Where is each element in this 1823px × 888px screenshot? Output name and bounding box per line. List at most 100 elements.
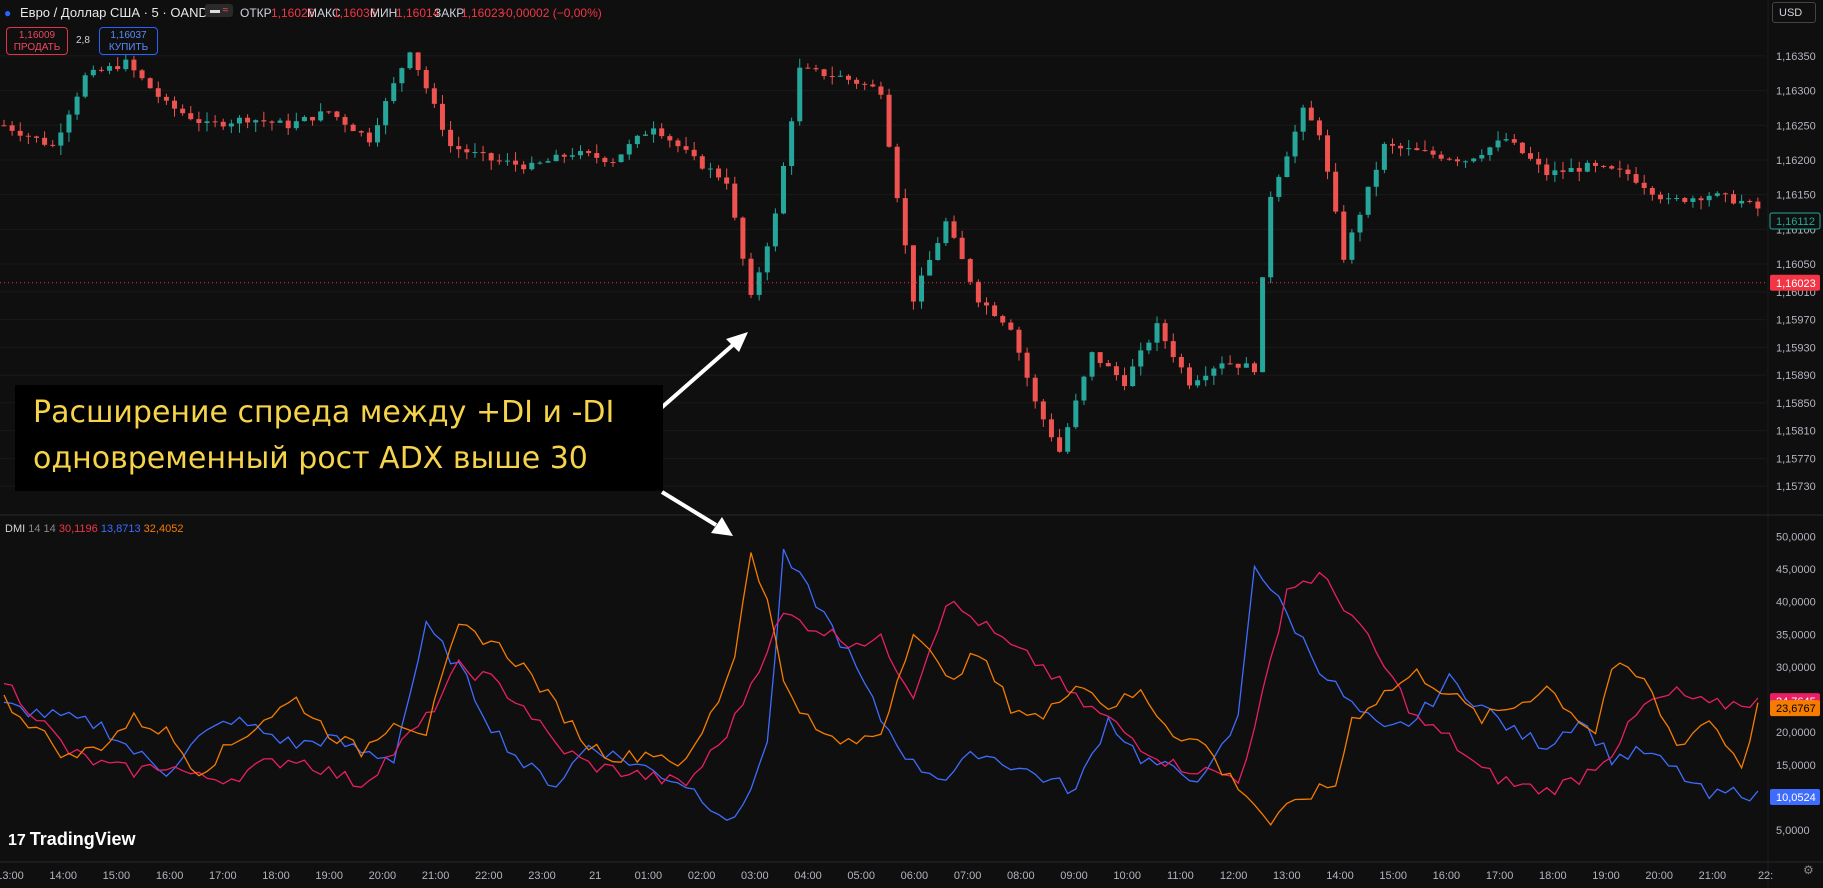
candle-body [1398,145,1404,149]
time-axis-label: 14:00 [49,870,77,882]
candle-body [1592,162,1598,166]
candle-body [439,103,445,130]
candle-body [586,151,592,154]
candle-body [1040,401,1046,420]
candle-body [423,70,429,89]
time-axis-label: 02:00 [688,870,716,882]
candle-body [1251,363,1257,373]
dmi-label: DMI [5,523,26,535]
price-axis-label: 1,15810 [1776,426,1816,438]
candle-body [1162,323,1168,342]
candle-body [569,155,575,157]
annotation-line-1: Расширение спреда между +DI и -DI [33,395,615,430]
candle-body [1698,198,1704,201]
dmi-legend[interactable]: DMI 14 14 30,1196 13,8713 32,4052 [5,523,183,535]
dmi-axis-label: 45,0000 [1776,564,1816,576]
candle-body [943,221,949,244]
candle-body [1357,214,1363,233]
dmi-axis-label: 40,0000 [1776,597,1816,609]
candle-body [147,78,153,89]
candle-body [634,135,640,145]
time-axis-label: 15:00 [1379,870,1407,882]
candle-body [1073,400,1079,428]
candle-body [967,259,973,282]
time-axis-label: 01:00 [635,870,663,882]
candle-body [975,281,981,303]
candle-body [1308,107,1314,121]
candle-body [1666,198,1672,200]
candle-body [334,111,340,118]
candle-body [545,161,551,163]
price-axis-label: 1,15850 [1776,398,1816,410]
settings-icon[interactable]: ⚙ [1803,863,1814,877]
candle-body [1528,153,1534,159]
candle-body [886,94,892,147]
price-axis-label: 1,16250 [1776,120,1816,132]
annotation-box: Расширение спреда между +DI и -DI одновр… [15,385,663,491]
candle-body [212,121,218,123]
price-axis-label: 1,16150 [1776,190,1816,202]
candle-body [902,198,908,246]
candle-body [1649,188,1655,195]
price-axis-label: 1,15770 [1776,453,1816,465]
candle-body [277,120,283,123]
candle-body [180,108,186,114]
candle-body [415,52,421,71]
tradingview-logo[interactable]: 17 TradingView [8,829,136,850]
candle-body [927,260,933,276]
candle-body [318,111,324,121]
candle-body [1325,135,1331,172]
candle-body [1414,148,1420,151]
candle-body [618,154,624,163]
candle-body [521,164,527,170]
candle-body [1544,164,1550,176]
candle-body [1284,156,1290,178]
candle-body [1389,143,1395,146]
candle-body [691,149,697,157]
candle-body [626,144,632,155]
candle-body [1333,171,1339,212]
candle-body [1227,363,1233,365]
candle-body [17,130,23,136]
plus-di-line [3,548,1759,821]
candle-body [1122,375,1128,387]
candle-body [740,217,746,259]
candle-body [1373,169,1379,187]
candle-body [813,68,819,70]
candle-body [667,136,673,141]
candle-body [1186,367,1192,386]
candle-body [553,154,559,162]
candle-body [1722,193,1728,195]
candle-body [1641,182,1647,189]
candle-body [204,121,210,124]
candle-body [1690,198,1696,202]
time-axis-label: 04:00 [794,870,822,882]
candle-body [935,243,941,261]
candle-body [25,135,31,137]
candle-body [301,116,307,122]
candle-body [1316,120,1322,136]
candle-body [1536,158,1542,165]
time-axis-label: 16:00 [156,870,184,882]
price-axis-label: 1,15970 [1776,315,1816,327]
candle-body [756,272,762,295]
dmi-axis-label: 20,0000 [1776,727,1816,739]
candle-body [772,213,778,247]
candle-body [1178,357,1184,368]
candle-body [781,165,787,214]
candle-body [1674,198,1680,200]
candle-body [919,275,925,302]
candle-body [1633,174,1639,183]
candle-body [1438,154,1444,159]
candle-body [1154,323,1160,343]
candle-body [821,69,827,77]
candle-body [1089,352,1095,377]
time-axis-label: 15:00 [103,870,131,882]
candle-body [293,121,299,129]
time-axis-label: 19:00 [315,870,343,882]
candle-body [1381,143,1387,170]
candle-body [1268,196,1274,278]
candle-body [837,75,843,77]
candle-body [391,83,397,102]
candle-body [326,111,332,113]
